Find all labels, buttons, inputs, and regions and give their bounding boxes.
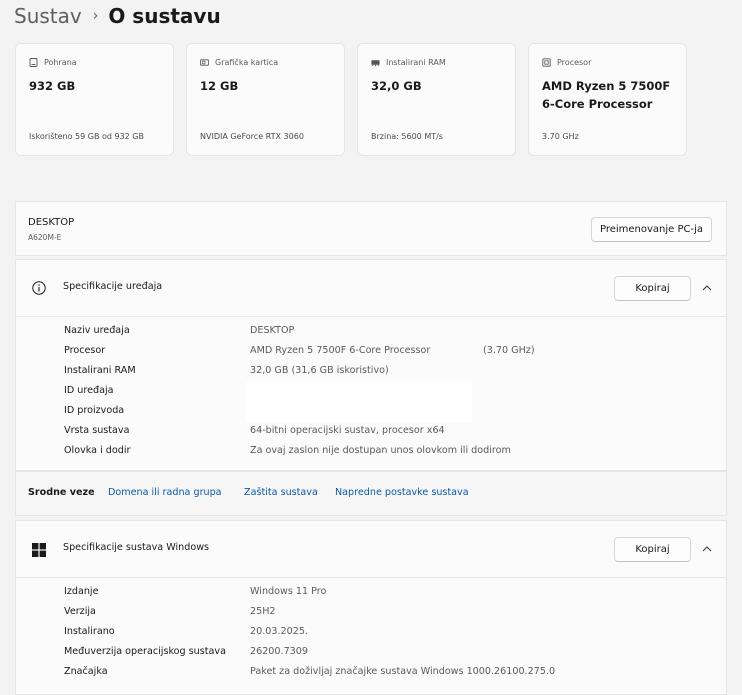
- spec-label-product-id: ID proizvoda: [64, 405, 125, 416]
- spec-value-experience: Paket za doživljaj značajke sustava Wind…: [250, 666, 556, 677]
- processor-value: AMD Ryzen 5 7500F 6-Core Processor: [542, 79, 671, 111]
- storage-card[interactable]: Pohrana 932 GB Iskorišteno 59 GB od 932 …: [15, 43, 174, 156]
- graphics-card-label: Grafička kartica: [215, 57, 279, 67]
- device-specs-title: Specifikacije uređaja: [63, 281, 163, 292]
- windows-specs-header[interactable]: Specifikacije sustava Windows Kopiraj: [16, 521, 726, 578]
- ram-icon: [371, 58, 380, 67]
- spec-value-installed-ram: 32,0 GB (31,6 GB iskoristivo): [250, 365, 389, 376]
- spec-value-installed-on: 20.03.2025.: [250, 626, 308, 637]
- spec-label-processor: Procesor: [64, 345, 106, 356]
- windows-specs-panel: Specifikacije sustava Windows Kopiraj Iz…: [15, 520, 727, 695]
- link-system-protection[interactable]: Zaštita sustava: [244, 487, 318, 498]
- spec-value-device-name: DESKTOP: [250, 325, 295, 336]
- processor-icon: [542, 57, 551, 67]
- spec-value-version: 25H2: [250, 606, 276, 617]
- storage-icon: [29, 57, 38, 67]
- ram-card[interactable]: Instalirani RAM 32,0 GB Brzina: 5600 MT/…: [357, 43, 516, 156]
- device-name-panel: DESKTOP A620M-E Preimenovanje PC-ja: [15, 201, 727, 256]
- graphics-card-icon: [200, 58, 209, 67]
- storage-usage: Iskorišteno 59 GB od 932 GB: [29, 132, 144, 141]
- graphics-card-name: NVIDIA GeForce RTX 3060: [200, 132, 304, 141]
- chevron-up-icon[interactable]: [700, 542, 714, 556]
- info-icon: [32, 280, 46, 295]
- rename-pc-button[interactable]: Preimenovanje PC-ja: [591, 217, 712, 242]
- spec-label-edition: Izdanje: [64, 586, 99, 597]
- copy-windows-specs-button[interactable]: Kopiraj: [614, 537, 691, 562]
- graphics-card-value: 12 GB: [200, 79, 239, 93]
- storage-value: 932 GB: [29, 79, 76, 93]
- spec-value-os-build: 26200.7309: [250, 646, 308, 657]
- breadcrumb-separator: ›: [92, 8, 99, 24]
- spec-value-system-type: 64-bitni operacijski sustav, procesor x6…: [250, 425, 445, 436]
- link-advanced-system-settings[interactable]: Napredne postavke sustava: [335, 487, 469, 498]
- storage-label: Pohrana: [44, 57, 77, 67]
- processor-speed: 3.70 GHz: [542, 132, 579, 141]
- device-specs-header[interactable]: Specifikacije uređaja Kopiraj: [16, 260, 726, 317]
- spec-label-installed-on: Instalirano: [64, 626, 115, 637]
- processor-card[interactable]: Procesor AMD Ryzen 5 7500F 6-Core Proces…: [528, 43, 687, 156]
- chevron-up-icon[interactable]: [700, 281, 714, 295]
- ram-speed: Brzina: 5600 MT/s: [371, 132, 443, 141]
- spec-label-experience: Značajka: [64, 666, 108, 677]
- spec-label-pen-touch: Olovka i dodir: [64, 445, 131, 456]
- processor-label: Procesor: [557, 57, 592, 67]
- ram-value: 32,0 GB: [371, 79, 422, 93]
- copy-device-specs-button[interactable]: Kopiraj: [614, 276, 691, 301]
- related-links-label: Srodne veze: [28, 487, 95, 498]
- device-model: A620M-E: [28, 233, 62, 242]
- breadcrumb-root[interactable]: Sustav: [14, 4, 82, 28]
- ram-label: Instalirani RAM: [386, 57, 446, 67]
- spec-label-version: Verzija: [64, 606, 96, 617]
- windows-logo-icon: [32, 542, 46, 557]
- related-links-bar: Srodne veze Domena ili radna grupa Zašti…: [15, 471, 727, 516]
- spec-value-processor: AMD Ryzen 5 7500F 6-Core Processor: [250, 345, 431, 356]
- spec-label-installed-ram: Instalirani RAM: [64, 365, 136, 376]
- spec-value-edition: Windows 11 Pro: [250, 586, 327, 597]
- spec-value-processor-speed: (3.70 GHz): [483, 345, 535, 356]
- spec-value-pen-touch: Za ovaj zaslon nije dostupan unos olovko…: [250, 445, 511, 456]
- spec-label-device-name: Naziv uređaja: [64, 325, 130, 336]
- spec-label-device-id: ID uređaja: [64, 385, 114, 396]
- windows-specs-title: Specifikacije sustava Windows: [63, 542, 210, 553]
- breadcrumb: Sustav › O sustavu: [14, 2, 221, 30]
- spec-label-os-build: Međuverzija operacijskog sustava: [64, 646, 226, 657]
- graphics-card-card[interactable]: Grafička kartica 12 GB NVIDIA GeForce RT…: [186, 43, 345, 156]
- device-specs-panel: Specifikacije uređaja Kopiraj Naziv uređ…: [15, 259, 727, 471]
- spec-label-system-type: Vrsta sustava: [64, 425, 130, 436]
- redacted-ids: [246, 382, 472, 422]
- page-title: O sustavu: [108, 4, 221, 28]
- device-name: DESKTOP: [28, 217, 75, 228]
- link-domain-workgroup[interactable]: Domena ili radna grupa: [108, 487, 222, 498]
